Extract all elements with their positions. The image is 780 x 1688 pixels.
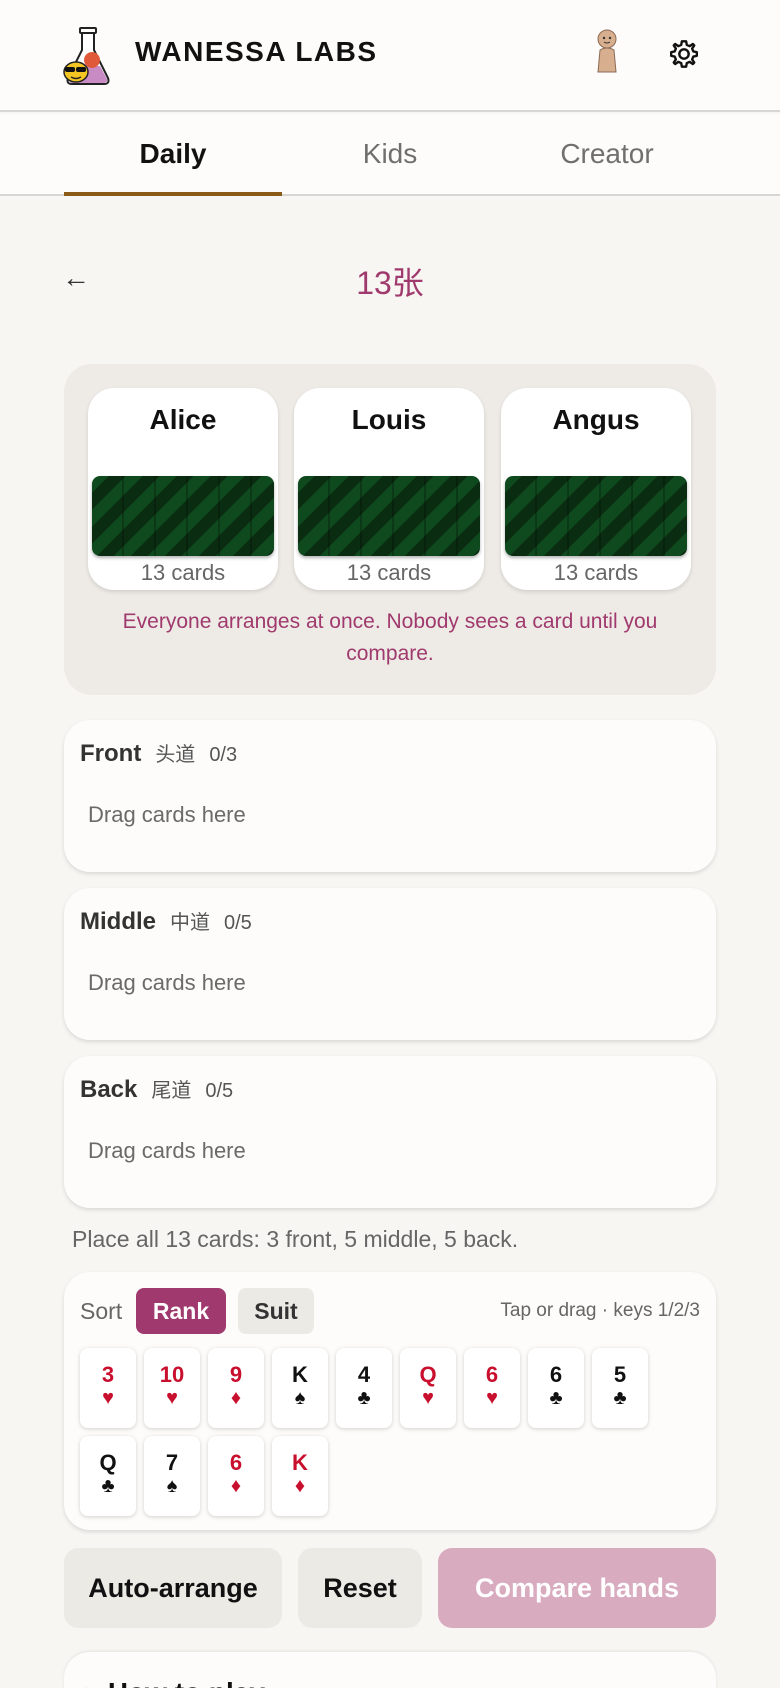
zone-label: Back: [80, 1076, 138, 1103]
sort-rank-button[interactable]: Rank: [136, 1288, 226, 1334]
card-suit-icon: ♣: [101, 1475, 115, 1497]
card-rank: 9: [229, 1362, 243, 1387]
tab-kids[interactable]: Kids: [281, 114, 499, 194]
mode-tabs: Daily Kids Creator: [0, 114, 780, 196]
card-rank: 6: [549, 1362, 563, 1387]
tab-daily[interactable]: Daily: [64, 114, 282, 196]
card-rank: 7: [165, 1450, 179, 1475]
playing-card[interactable]: Q ♣: [80, 1436, 136, 1516]
playing-card[interactable]: 10 ♥: [144, 1348, 200, 1428]
page-title: 13张: [356, 265, 424, 301]
playing-card[interactable]: 5 ♣: [592, 1348, 648, 1428]
zone-header: Front 头道 0/3: [80, 738, 237, 768]
card-rank: Q: [99, 1450, 117, 1475]
player-name: Angus: [552, 404, 640, 435]
card-suit-icon: ♦: [294, 1475, 306, 1497]
app-header: WANESSA LABS: [0, 0, 780, 112]
card-suit-icon: ♥: [486, 1387, 498, 1409]
middle-row-dropzone[interactable]: Middle 中道 0/5 Drag cards here: [64, 888, 716, 1040]
card-suit-icon: ♦: [230, 1387, 242, 1409]
card-rank: 6: [229, 1450, 243, 1475]
hand-hint: Tap or drag · keys 1/2/3: [500, 1300, 700, 1321]
hand-panel: Sort Rank Suit Tap or drag · keys 1/2/3 …: [64, 1272, 716, 1530]
player-card-count: 13 cards: [553, 560, 639, 585]
zone-header: Middle 中道 0/5: [80, 906, 252, 936]
zone-label-cn: 尾道: [151, 1078, 192, 1102]
card-suit-icon: ♦: [230, 1475, 242, 1497]
playing-card[interactable]: 7 ♠: [144, 1436, 200, 1516]
card-rank: 10: [159, 1362, 185, 1387]
card-rank: K: [292, 1450, 308, 1475]
playing-card[interactable]: 6 ♥: [464, 1348, 520, 1428]
zone-count: 0/5: [205, 1080, 234, 1102]
zone-placeholder: Drag cards here: [88, 802, 246, 827]
flask-mascot-icon[interactable]: [62, 26, 114, 86]
reset-button[interactable]: Reset: [298, 1548, 422, 1628]
front-row-dropzone[interactable]: Front 头道 0/3 Drag cards here: [64, 720, 716, 872]
card-suit-icon: ♣: [613, 1387, 627, 1409]
tab-creator[interactable]: Creator: [498, 114, 716, 194]
playing-card[interactable]: 9 ♦: [208, 1348, 264, 1428]
player-card: Louis 13 cards: [294, 388, 484, 590]
player-card: Alice 13 cards: [88, 388, 278, 590]
how-to-play-panel[interactable]: ▸ How to play: [64, 1652, 716, 1688]
card-suit-icon: ♥: [102, 1387, 114, 1409]
playing-card[interactable]: 3 ♥: [80, 1348, 136, 1428]
back-row-dropzone[interactable]: Back 尾道 0/5 Drag cards here: [64, 1056, 716, 1208]
playing-card[interactable]: Q ♥: [400, 1348, 456, 1428]
auto-arrange-button[interactable]: Auto-arrange: [64, 1548, 282, 1628]
sort-label: Sort: [80, 1298, 123, 1324]
zone-label: Front: [80, 740, 142, 767]
playing-card[interactable]: 4 ♣: [336, 1348, 392, 1428]
card-suit-icon: ♥: [166, 1387, 178, 1409]
player-card-count: 13 cards: [140, 560, 226, 585]
card-suit-icon: ♥: [422, 1387, 434, 1409]
player-pawn-icon[interactable]: [592, 28, 622, 74]
playing-card[interactable]: K ♠: [272, 1348, 328, 1428]
zone-header: Back 尾道 0/5: [80, 1074, 233, 1104]
players-panel: Alice 13 cards Louis 13 cards Angus 13 c…: [64, 364, 716, 695]
playing-card[interactable]: K ♦: [272, 1436, 328, 1516]
card-rank: Q: [419, 1362, 437, 1387]
card-rank: 5: [613, 1362, 627, 1387]
brand-name: WANESSA LABS: [135, 36, 378, 67]
zone-placeholder: Drag cards here: [88, 970, 246, 995]
compare-hands-button[interactable]: Compare hands: [438, 1548, 716, 1628]
card-suit-icon: ♣: [357, 1387, 371, 1409]
player-card-count: 13 cards: [346, 560, 432, 585]
zone-placeholder: Drag cards here: [88, 1138, 246, 1163]
card-rank: 3: [101, 1362, 115, 1387]
card-rank: K: [292, 1362, 308, 1387]
player-name: Louis: [351, 404, 427, 435]
gear-icon[interactable]: [668, 38, 700, 70]
sort-suit-button[interactable]: Suit: [238, 1288, 314, 1334]
card-back-stack: [505, 476, 687, 556]
player-card: Angus 13 cards: [501, 388, 691, 590]
card-rank: 4: [357, 1362, 371, 1387]
zone-label: Middle: [80, 908, 156, 935]
placement-hint: Place all 13 cards: 3 front, 5 middle, 5…: [72, 1226, 519, 1252]
zone-label-cn: 头道: [155, 742, 196, 766]
player-name: Alice: [149, 404, 217, 435]
playing-card[interactable]: 6 ♣: [528, 1348, 584, 1428]
zone-count: 0/5: [224, 912, 252, 934]
how-to-play-title: ▸ How to play: [86, 1676, 265, 1688]
card-back-stack: [298, 476, 480, 556]
card-suit-icon: ♠: [294, 1387, 306, 1409]
card-back-stack: [92, 476, 274, 556]
players-note: Everyone arranges at once. Nobody sees a…: [122, 610, 658, 665]
zone-count: 0/3: [209, 744, 238, 766]
zone-label-cn: 中道: [170, 910, 210, 934]
card-suit-icon: ♣: [549, 1387, 563, 1409]
card-suit-icon: ♠: [166, 1475, 178, 1497]
card-rank: 6: [485, 1362, 499, 1387]
playing-card[interactable]: 6 ♦: [208, 1436, 264, 1516]
